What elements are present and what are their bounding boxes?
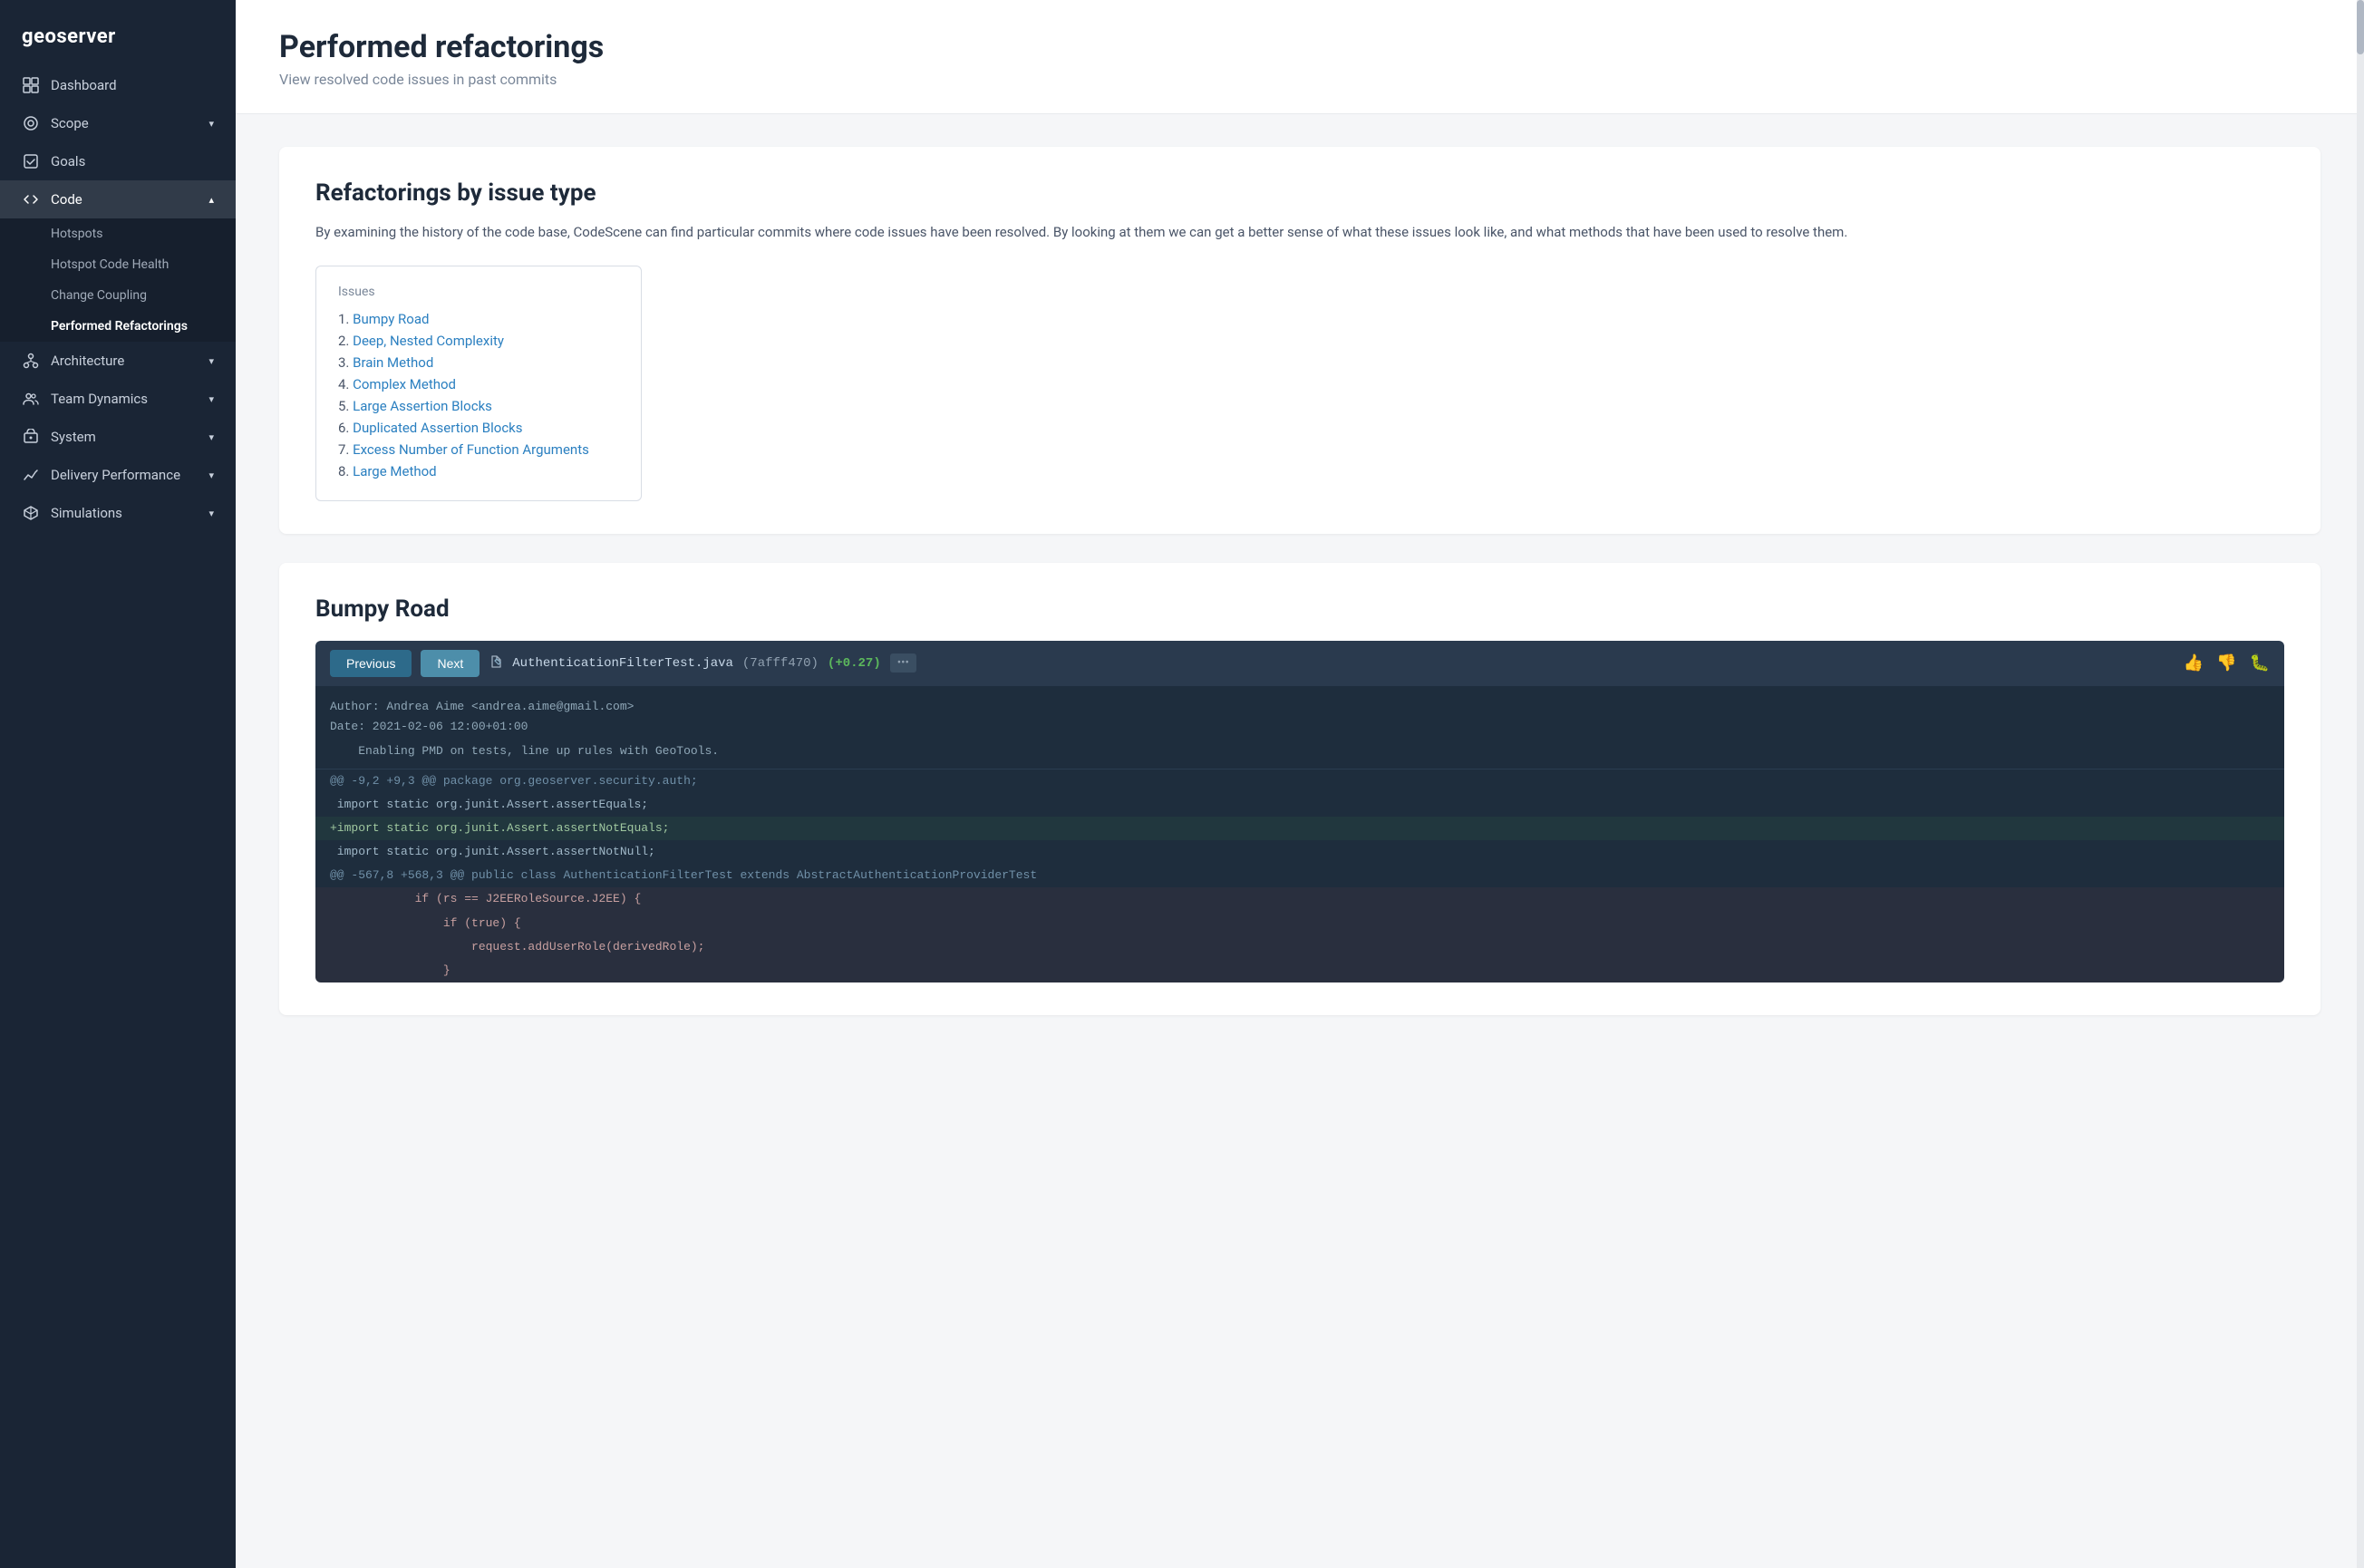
code-line: request.addUserRole(derivedRole); [315,935,2284,959]
sidebar-item-change-coupling[interactable]: Change Coupling [0,280,236,311]
thumbs-up-icon[interactable]: 👍 [2184,653,2204,673]
bug-icon[interactable]: 🐛 [2250,653,2270,673]
code-submenu: Hotspots Hotspot Code Health Change Coup… [0,218,236,342]
next-button[interactable]: Next [421,650,480,677]
chevron-down-icon: ▾ [208,431,214,443]
sidebar-item-label: Team Dynamics [51,391,198,407]
code-line: import static org.junit.Assert.assertEqu… [315,793,2284,817]
sidebar-item-scope[interactable]: Scope ▾ [0,104,236,142]
people-icon [22,390,40,408]
sidebar-item-label: Simulations [51,505,198,521]
list-item: 2. Deep, Nested Complexity [338,330,619,352]
check-square-icon [22,152,40,170]
issue-link[interactable]: Excess Number of Function Arguments [353,441,589,458]
page-header: Performed refactorings View resolved cod… [236,0,2364,114]
scrollbar-track[interactable] [2357,0,2364,1568]
code-line: import static org.junit.Assert.assertNot… [315,840,2284,864]
issue-link[interactable]: Large Assertion Blocks [353,398,492,414]
chevron-down-icon: ▾ [208,393,214,405]
code-line: } [315,959,2284,982]
refactorings-description: By examining the history of the code bas… [315,221,2284,244]
issue-link[interactable]: Brain Method [353,354,433,371]
sidebar-item-performed-refactorings[interactable]: Performed Refactorings [0,311,236,342]
issue-link[interactable]: Bumpy Road [353,311,429,327]
sidebar-item-label: Code [51,191,198,208]
chevron-down-icon: ▾ [208,469,214,481]
sidebar-item-label: Dashboard [51,77,214,93]
sidebar-item-label: Goals [51,153,214,169]
nodes-icon [22,352,40,370]
grid-icon [22,76,40,94]
sidebar-item-system[interactable]: System ▾ [0,418,236,456]
code-line: if (rs == J2EERoleSource.J2EE) { [315,887,2284,911]
issue-link[interactable]: Large Method [353,463,437,479]
main-content: Performed refactorings View resolved cod… [236,0,2364,1568]
issues-label: Issues [338,285,619,299]
thumbs-down-icon[interactable]: 👎 [2216,653,2236,673]
issues-box: Issues 1. Bumpy Road2. Deep, Nested Comp… [315,266,642,501]
sidebar-item-label: Scope [51,115,198,131]
code-line: if (true) { [315,912,2284,935]
issue-link[interactable]: Duplicated Assertion Blocks [353,420,522,436]
commit-filename: AuthenticationFilterTest.java [512,656,733,671]
list-item: 4. Complex Method [338,373,619,395]
sidebar-item-team-dynamics[interactable]: Team Dynamics ▾ [0,380,236,418]
circle-icon [22,114,40,132]
chevron-down-icon: ▾ [208,355,214,367]
list-item: 5. Large Assertion Blocks [338,395,619,417]
chart-icon [22,466,40,484]
sidebar-item-delivery-performance[interactable]: Delivery Performance ▾ [0,456,236,494]
date-line: Date: 2021-02-06 12:00+01:00 [330,717,2270,737]
list-item: 8. Large Method [338,460,619,482]
author-line: Author: Andrea Aime <andrea.aime@gmail.c… [330,697,2270,717]
sidebar-item-hotspot-code-health[interactable]: Hotspot Code Health [0,249,236,280]
sidebar-item-label: Delivery Performance [51,467,198,483]
commit-author: Author: Andrea Aime <andrea.aime@gmail.c… [315,686,2284,740]
code-block: Author: Andrea Aime <andrea.aime@gmail.c… [315,686,2284,982]
list-item: 1. Bumpy Road [338,308,619,330]
commit-bar: Previous Next AuthenticationFilterTest.j… [315,641,2284,686]
sidebar-item-simulations[interactable]: Simulations ▾ [0,494,236,532]
sidebar-item-label: Architecture [51,353,198,369]
issues-list: 1. Bumpy Road2. Deep, Nested Complexity3… [338,308,619,482]
sidebar-item-dashboard[interactable]: Dashboard [0,66,236,104]
commit-actions: 👍 👎 🐛 [2184,653,2270,673]
code-line: @@ -567,8 +568,3 @@ public class Authent… [315,864,2284,887]
refactorings-section: Refactorings by issue type By examining … [279,147,2320,534]
refactorings-title: Refactorings by issue type [315,179,2284,207]
app-logo: geoserver [0,0,236,66]
code-lines: @@ -9,2 +9,3 @@ package org.geoserver.se… [315,769,2284,982]
chevron-down-icon: ▾ [208,118,214,130]
list-item: 7. Excess Number of Function Arguments [338,439,619,460]
sidebar-item-label: System [51,429,198,445]
commit-score: (+0.27) [828,656,881,671]
page-title: Performed refactorings [279,29,2320,65]
sidebar: geoserver Dashboard Scope ▾ [0,0,236,1568]
previous-button[interactable]: Previous [330,650,412,677]
page-subtitle: View resolved code issues in past commit… [279,71,2320,88]
bumpy-road-title: Bumpy Road [315,595,2284,623]
issue-link[interactable]: Deep, Nested Complexity [353,333,504,349]
content-area: Refactorings by issue type By examining … [236,114,2364,1077]
chevron-up-icon: ▴ [208,194,214,206]
issue-link[interactable]: Complex Method [353,376,456,392]
code-line: +import static org.junit.Assert.assertNo… [315,817,2284,840]
sidebar-item-goals[interactable]: Goals [0,142,236,180]
file-icon [489,654,503,673]
code-icon [22,190,40,208]
commit-more-button[interactable]: ••• [890,653,916,673]
cube-icon [22,428,40,446]
code-line: @@ -9,2 +9,3 @@ package org.geoserver.se… [315,769,2284,793]
commit-hash: (7afff470) [742,656,819,671]
scrollbar-thumb[interactable] [2357,0,2364,54]
sidebar-item-code[interactable]: Code ▴ [0,180,236,218]
sidebar-item-hotspots[interactable]: Hotspots [0,218,236,249]
sidebar-item-architecture[interactable]: Architecture ▾ [0,342,236,380]
bumpy-road-section: Bumpy Road Previous Next AuthenticationF… [279,563,2320,1015]
list-item: 3. Brain Method [338,352,619,373]
box-icon [22,504,40,522]
commit-message: Enabling PMD on tests, line up rules wit… [315,740,2284,769]
list-item: 6. Duplicated Assertion Blocks [338,417,619,439]
chevron-down-icon: ▾ [208,508,214,519]
